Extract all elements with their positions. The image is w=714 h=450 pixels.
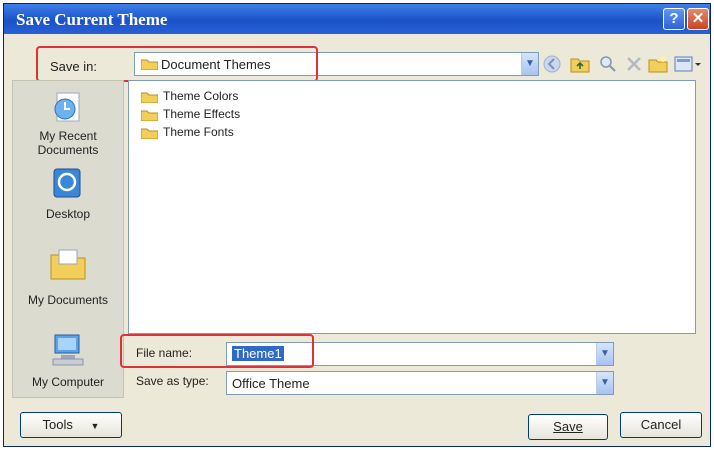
file-name-highlight [120,334,314,368]
delete-icon[interactable] [624,54,644,74]
save-label: Save [553,419,583,434]
folder-icon [141,110,158,121]
help-icon: ? [669,10,679,27]
save-button[interactable]: Save [528,414,608,440]
save-in-highlight [36,46,318,82]
desktop-icon [53,168,81,198]
cancel-button[interactable]: Cancel [620,412,702,438]
help-button[interactable]: ? [663,8,685,30]
close-button[interactable]: ✕ [687,8,709,30]
chevron-down-icon[interactable]: ▼ [596,343,613,365]
place-label: My Documents [27,293,109,307]
file-name: Theme Effects [163,107,241,121]
file-name: Theme Colors [163,89,239,103]
file-name: Theme Fonts [163,125,234,139]
save-as-type-label: Save as type: [136,374,209,388]
save-theme-dialog: Save Current Theme ? ✕ Save in: Document… [3,3,711,447]
place-my-computer[interactable]: My Computer [13,333,123,393]
file-list[interactable]: Theme Colors Theme Effects Theme Fonts [128,80,696,334]
search-web-icon[interactable] [598,54,618,74]
views-icon[interactable] [674,54,702,74]
place-label: Desktop [45,207,91,221]
place-label: Documents [37,143,99,157]
place-my-recent-documents[interactable]: My Recent Documents [13,87,123,167]
places-bar: My Recent Documents Desktop My Documents [12,80,124,398]
place-my-documents[interactable]: My Documents [13,247,123,313]
chevron-down-icon[interactable]: ▼ [521,53,538,75]
chevron-down-icon[interactable]: ▼ [596,372,613,394]
cancel-label: Cancel [640,417,682,432]
new-folder-icon[interactable] [648,54,668,74]
my-computer-icon [52,334,84,366]
folder-icon [141,128,158,139]
back-icon[interactable] [542,54,562,74]
folder-icon [141,92,158,103]
place-label: My Computer [31,375,105,389]
place-label: My Recent [39,129,97,143]
window-title: Save Current Theme [16,10,168,29]
save-as-type-value: Office Theme [232,376,310,391]
my-documents-icon [50,249,86,280]
chevron-down-icon: ▼ [90,421,100,431]
title-bar: Save Current Theme ? ✕ [4,4,710,34]
place-desktop[interactable]: Desktop [13,167,123,231]
close-icon: ✕ [691,10,705,27]
save-as-type-dropdown[interactable]: Office Theme ▼ [226,371,614,395]
tools-label: Tools [42,417,73,432]
up-folder-icon[interactable] [570,54,590,74]
my-recent-documents-icon [54,92,80,122]
tools-button[interactable]: Tools ▼ [20,412,122,438]
